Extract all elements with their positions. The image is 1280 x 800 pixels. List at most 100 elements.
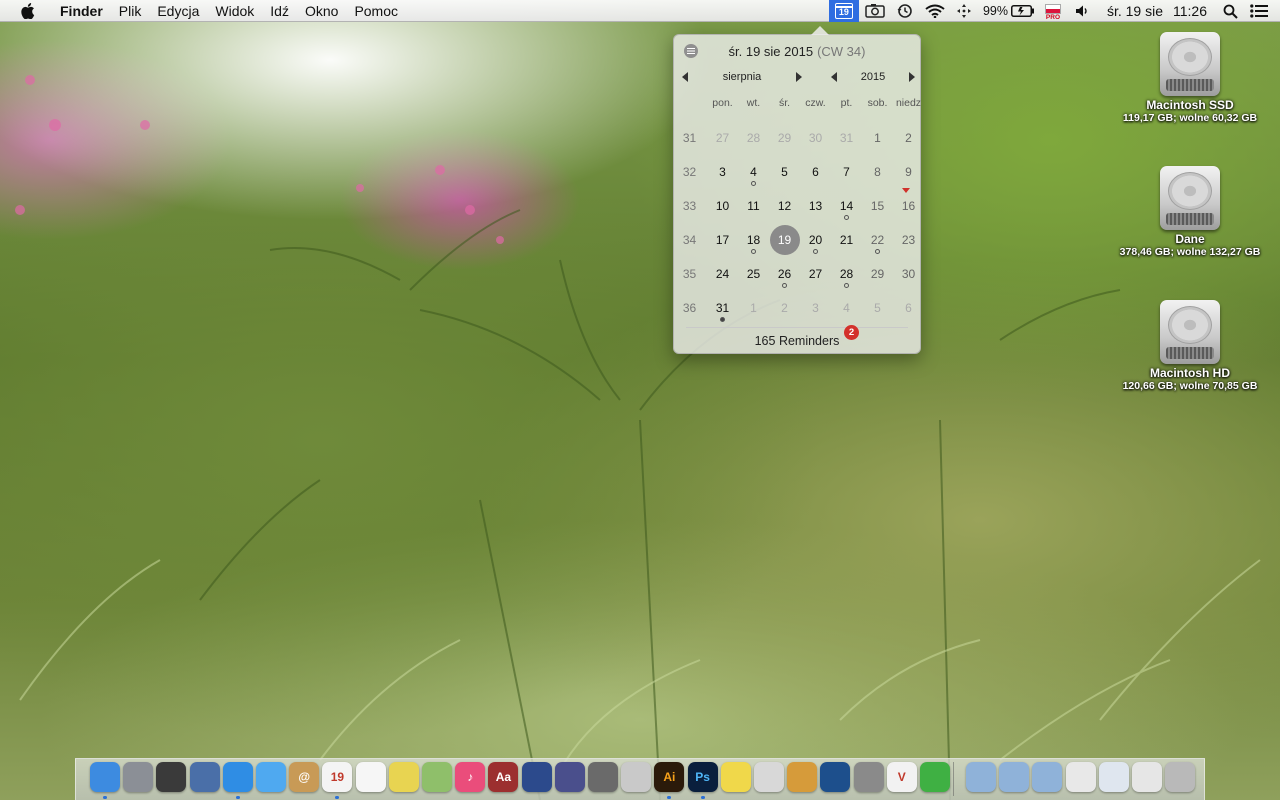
menu-app-name[interactable]: Finder [52, 0, 111, 22]
prev-year-button[interactable] [831, 72, 837, 82]
menu-go[interactable]: Idź [262, 0, 297, 22]
calendar-day[interactable]: 3 [800, 291, 831, 325]
next-month-button[interactable] [796, 72, 802, 82]
calendar-day[interactable]: 12 [769, 189, 800, 223]
desktop-drive-macintosh-ssd[interactable]: Macintosh SSD 119,17 GB; wolne 60,32 GB [1110, 32, 1270, 124]
magnifier-icon[interactable] [787, 762, 818, 792]
trash-icon[interactable] [1165, 762, 1196, 792]
calendar-day[interactable]: 23 [893, 223, 924, 257]
battery-status-item[interactable]: 99% [977, 0, 1037, 22]
calendar-day[interactable]: 27 [707, 121, 738, 155]
menu-file[interactable]: Plik [111, 0, 150, 22]
stickies-icon[interactable] [388, 762, 419, 792]
evernote-icon[interactable] [920, 762, 950, 792]
calendar-day[interactable]: 18 [738, 223, 769, 257]
menu-edit[interactable]: Edycja [149, 0, 207, 22]
contacts-icon[interactable]: @ [289, 762, 320, 792]
documents-icon[interactable] [754, 762, 784, 792]
apple-menu-icon[interactable] [17, 0, 39, 22]
calendar-day[interactable]: 2 [769, 291, 800, 325]
calendar-status-item[interactable]: 19 [828, 0, 859, 22]
calendar-day[interactable]: 6 [893, 291, 924, 325]
bluetooth-status-item[interactable] [951, 0, 977, 22]
next-year-button[interactable] [908, 72, 915, 82]
calendar-day[interactable]: 11 [738, 189, 769, 223]
documents-folder-icon[interactable] [999, 762, 1030, 792]
calendar-day[interactable]: 29 [769, 121, 800, 155]
calendar-day[interactable]: 30 [800, 121, 831, 155]
calendar-day[interactable]: 1 [738, 291, 769, 325]
system-preferences-icon[interactable] [853, 762, 884, 792]
clock-date[interactable]: śr. 19 sie [1095, 0, 1169, 22]
launchpad-icon[interactable] [123, 762, 154, 792]
network-icon[interactable] [820, 762, 851, 792]
calendar-day[interactable]: 28 [831, 257, 862, 291]
itunes-icon[interactable]: ♪ [455, 762, 486, 792]
reminders-footer[interactable]: 165 Reminders 2 [686, 325, 908, 353]
input-source-status-item[interactable]: PRO [1037, 0, 1069, 22]
illustrator-icon[interactable]: Ai [654, 762, 685, 792]
calendar-day[interactable]: 30 [893, 257, 924, 291]
volume-status-item[interactable] [1069, 0, 1095, 22]
calendar-day[interactable]: 27 [800, 257, 831, 291]
calendar-day[interactable]: 28 [738, 121, 769, 155]
calendar-day[interactable]: 7 [831, 155, 862, 189]
menu-help[interactable]: Pomoc [346, 0, 406, 22]
menu-view[interactable]: Widok [207, 0, 262, 22]
finder-icon[interactable] [90, 762, 120, 792]
wifi-status-item[interactable] [919, 0, 951, 22]
calendar-day[interactable]: 29 [862, 257, 893, 291]
utility-icon[interactable] [588, 762, 618, 792]
photoshop-icon[interactable]: Ps [687, 762, 718, 792]
clock-time[interactable]: 11:26 [1169, 0, 1217, 22]
maps-icon[interactable] [422, 762, 452, 792]
calendar-day[interactable]: 25 [738, 257, 769, 291]
prev-month-button[interactable] [682, 72, 688, 82]
calendar-day[interactable]: 24 [707, 257, 738, 291]
calculator-icon[interactable] [621, 762, 652, 792]
calendar-day[interactable]: 5 [769, 155, 800, 189]
calendar-day[interactable]: 5 [862, 291, 893, 325]
applications-folder-icon[interactable] [966, 762, 996, 792]
calendar-day[interactable]: 8 [862, 155, 893, 189]
messages-icon[interactable] [256, 762, 286, 792]
calendar-day[interactable]: 4 [738, 155, 769, 189]
calendar-day[interactable]: 1 [862, 121, 893, 155]
notification-center-status-item[interactable] [1244, 0, 1280, 22]
notes-icon[interactable] [720, 762, 751, 792]
spotlight-status-item[interactable] [1217, 0, 1244, 22]
calendar-day[interactable]: 3 [707, 155, 738, 189]
dashboard-icon[interactable] [156, 762, 187, 792]
calendar-day[interactable]: 13 [800, 189, 831, 223]
screenshot-status-item[interactable] [859, 0, 891, 22]
spreadsheet-stack-icon[interactable] [1132, 762, 1162, 792]
calendar-day[interactable]: 4 [831, 291, 862, 325]
calendar-day[interactable]: 10 [707, 189, 738, 223]
calendar-day[interactable]: 31 [707, 291, 738, 325]
preview-icon[interactable] [189, 762, 220, 792]
calendar-icon[interactable]: 19 [322, 762, 353, 792]
calendar-day-today[interactable]: 19 [769, 223, 800, 257]
desktop-drive-macintosh-hd[interactable]: Macintosh HD 120,66 GB; wolne 70,85 GB [1110, 300, 1270, 392]
desktop-drive-dane[interactable]: Dane 378,46 GB; wolne 132,27 GB [1110, 166, 1270, 258]
file-stack-icon[interactable] [1065, 762, 1096, 792]
menu-window[interactable]: Okno [297, 0, 346, 22]
calendar-day[interactable]: 16 [893, 188, 924, 223]
calendar-day[interactable]: 9 [893, 155, 924, 189]
calendar-day[interactable]: 21 [831, 223, 862, 257]
dictionary-icon[interactable]: Aa [488, 762, 519, 792]
calendar-day[interactable]: 15 [862, 189, 893, 223]
reminders-icon[interactable] [355, 762, 386, 792]
calendar-day[interactable]: 20 [800, 223, 831, 257]
time-machine-status-item[interactable] [891, 0, 919, 22]
quill-icon[interactable] [554, 762, 585, 792]
calendar-day[interactable]: 17 [707, 223, 738, 257]
calendar-day[interactable]: 2 [893, 121, 924, 155]
calendar-day[interactable]: 22 [862, 223, 893, 257]
downloads-folder-icon[interactable] [1032, 762, 1063, 792]
language-icon[interactable] [521, 762, 552, 792]
calendar-day[interactable]: 14 [831, 189, 862, 223]
calendar-day[interactable]: 31 [831, 121, 862, 155]
calendar-day[interactable]: 6 [800, 155, 831, 189]
calendar-day[interactable]: 26 [769, 257, 800, 291]
